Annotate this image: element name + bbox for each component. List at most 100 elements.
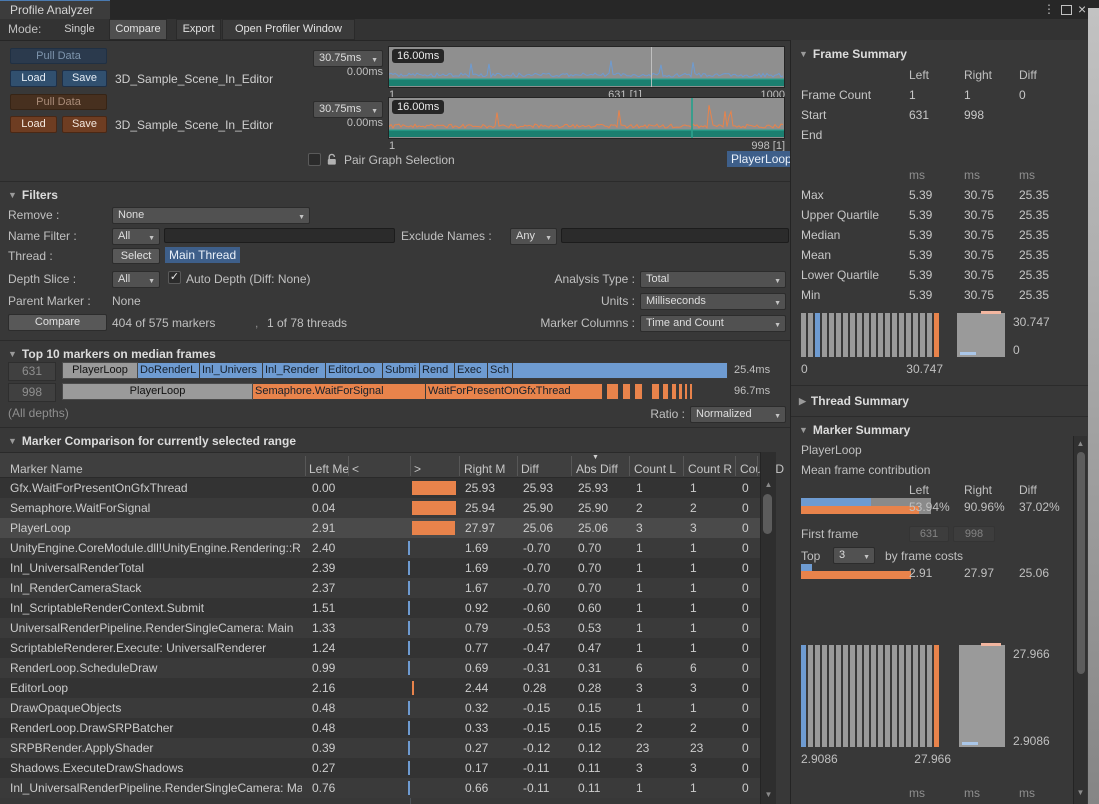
top10-frame-number[interactable]: 998 <box>8 383 56 402</box>
load-left-button[interactable]: Load <box>10 70 57 87</box>
marker-segment[interactable]: WaitForPresentOnGfxThread <box>426 383 603 400</box>
tab-profile-analyzer[interactable]: Profile Analyzer <box>0 0 110 20</box>
maximize-icon[interactable] <box>1061 5 1072 15</box>
marker-segment[interactable]: DoRenderL <box>138 362 200 379</box>
comparison-row[interactable]: RenderLoop.ScheduleDraw0.990.69-0.310.31… <box>0 658 760 678</box>
marker-comparison-header[interactable]: ▼Marker Comparison for currently selecte… <box>8 434 296 448</box>
pull-data-left-button[interactable]: Pull Data <box>10 48 107 64</box>
scroll-down-icon[interactable]: ▼ <box>1074 788 1087 797</box>
column-divider[interactable] <box>305 456 306 476</box>
comparison-scroll-thumb[interactable] <box>763 494 772 534</box>
marker-segment[interactable]: EditorLoo <box>326 362 383 379</box>
thread-selection-chip[interactable]: Main Thread <box>165 247 240 263</box>
scroll-down-icon[interactable]: ▼ <box>761 790 776 799</box>
column-header-count-l[interactable]: Count L <box>634 453 676 479</box>
compare-button[interactable]: Compare <box>8 314 107 331</box>
pair-graph-checkbox[interactable] <box>308 153 321 166</box>
name-filter-dropdown[interactable]: All▼ <box>112 228 160 245</box>
marker-segment[interactable]: PlayerLoop <box>62 383 253 400</box>
column-divider[interactable] <box>757 456 758 476</box>
comparison-row[interactable]: Inl_UniversalRenderPipeline.RenderSingle… <box>0 778 760 798</box>
thread-select-button[interactable]: Select <box>112 248 160 264</box>
export-button[interactable]: Export <box>176 19 221 40</box>
frame-summary-header[interactable]: ▼Frame Summary <box>799 47 907 61</box>
comparison-row[interactable]: Inl_UniversalRenderTotal2.391.69-0.700.7… <box>0 558 760 578</box>
column-divider[interactable] <box>517 456 518 476</box>
marker-segment[interactable] <box>513 362 728 379</box>
graph1-scale-dropdown[interactable]: 30.75ms▼ <box>313 50 383 67</box>
exclude-names-input[interactable] <box>561 228 789 243</box>
marker-segment[interactable] <box>623 383 631 400</box>
marker-summary-histogram[interactable] <box>801 645 951 747</box>
column-divider[interactable] <box>683 456 684 476</box>
remove-dropdown[interactable]: None▼ <box>112 207 310 224</box>
column-header-diff[interactable]: Diff <box>521 453 539 479</box>
frame-graph-left[interactable]: 16.00ms <box>388 46 785 88</box>
save-right-button[interactable]: Save <box>62 116 107 133</box>
column-header-count-r[interactable]: Count R <box>688 453 732 479</box>
marker-segment[interactable]: Semaphore.WaitForSignal <box>253 383 426 400</box>
column-divider[interactable] <box>629 456 630 476</box>
column-divider[interactable] <box>571 456 572 476</box>
marker-segment[interactable] <box>679 383 683 400</box>
comparison-row[interactable]: Inl_ScriptableRenderContext.Submit1.510.… <box>0 598 760 618</box>
units-dropdown[interactable]: Milliseconds▼ <box>640 293 786 310</box>
marker-segment[interactable] <box>685 383 688 400</box>
marker-segment[interactable]: Inl_Univers <box>200 362 263 379</box>
save-left-button[interactable]: Save <box>62 70 107 87</box>
comparison-row[interactable]: EditorLoop2.162.440.280.28330 <box>0 678 760 698</box>
marker-segment[interactable] <box>652 383 660 400</box>
mode-single-button[interactable]: Single <box>52 19 107 40</box>
marker-segment[interactable]: PlayerLoop <box>62 362 138 379</box>
marker-segment[interactable]: Rend <box>420 362 455 379</box>
marker-segment[interactable] <box>690 383 693 400</box>
comparison-row[interactable]: UnityEngine.CoreModule.dll!UnityEngine.R… <box>0 538 760 558</box>
load-right-button[interactable]: Load <box>10 116 57 133</box>
top-n-dropdown[interactable]: 3▼ <box>833 547 875 564</box>
scroll-up-icon[interactable]: ▲ <box>761 480 776 489</box>
depth-slice-dropdown[interactable]: All▼ <box>112 271 160 288</box>
top10-header[interactable]: ▼Top 10 markers on median frames <box>8 347 216 361</box>
name-filter-input[interactable] <box>164 228 395 243</box>
column-divider[interactable] <box>348 456 349 476</box>
graph2-scale-dropdown[interactable]: 30.75ms▼ <box>313 101 383 118</box>
filters-header[interactable]: ▼Filters <box>8 188 58 202</box>
marker-segment[interactable]: Exec <box>455 362 488 379</box>
thread-summary-header[interactable]: ▶Thread Summary <box>799 394 909 408</box>
comparison-row[interactable]: UniversalRenderPipeline.RenderSingleCame… <box>0 618 760 638</box>
comparison-row[interactable]: SRPBRender.ApplyShader0.390.27-0.120.122… <box>0 738 760 758</box>
comparison-row[interactable]: Inl_RenderCameraStack2.371.67-0.700.7011… <box>0 578 760 598</box>
column-header--[interactable]: < <box>352 453 359 479</box>
frame-summary-boxplot[interactable] <box>957 313 1005 357</box>
frame-graph-right[interactable]: 16.00ms <box>388 97 785 139</box>
frame-summary-histogram[interactable] <box>801 313 943 357</box>
first-frame-left-button[interactable]: 631 <box>909 526 949 542</box>
summary-scroll-thumb[interactable] <box>1077 452 1085 674</box>
marker-summary-boxplot[interactable] <box>959 645 1005 747</box>
open-profiler-window-button[interactable]: Open Profiler Window <box>222 19 355 40</box>
comparison-row[interactable]: ScriptableRenderer.Execute: UniversalRen… <box>0 638 760 658</box>
marker-segment[interactable] <box>607 383 619 400</box>
column-header--[interactable]: > <box>414 453 421 479</box>
comparison-row[interactable]: Gfx.WaitForPresentOnGfxThread0.0025.9325… <box>0 478 760 498</box>
mode-compare-button[interactable]: Compare <box>109 19 167 40</box>
marker-segment[interactable] <box>635 383 643 400</box>
marker-segment[interactable]: Submi <box>383 362 420 379</box>
scroll-up-icon[interactable]: ▲ <box>1074 439 1087 448</box>
comparison-row[interactable]: PlayerLoop2.9127.9725.0625.06330 <box>0 518 760 538</box>
comparison-row[interactable]: Shadows.ExecuteDrawShadows0.270.17-0.110… <box>0 758 760 778</box>
summary-scrollbar[interactable]: ▲ ▼ <box>1073 436 1087 804</box>
comparison-row[interactable]: DrawOpaqueObjects0.480.32-0.150.15110 <box>0 698 760 718</box>
column-divider[interactable] <box>735 456 736 476</box>
auto-depth-checkbox[interactable]: ✓ <box>168 271 181 284</box>
kebab-menu-icon[interactable]: ⋮ <box>1043 2 1055 16</box>
ratio-dropdown[interactable]: Normalized▼ <box>690 406 786 423</box>
comparison-row[interactable]: Semaphore.WaitForSignal0.0425.9425.9025.… <box>0 498 760 518</box>
marker-segment[interactable]: Sch <box>488 362 513 379</box>
comparison-scrollbar[interactable]: ▲ ▼ <box>760 452 776 804</box>
column-header-marker-name[interactable]: Marker Name <box>10 453 83 479</box>
column-header-right-m[interactable]: Right M <box>464 453 505 479</box>
marker-summary-header[interactable]: ▼Marker Summary <box>799 423 910 437</box>
marker-segment[interactable] <box>672 383 677 400</box>
marker-segment[interactable]: Inl_Render <box>263 362 326 379</box>
